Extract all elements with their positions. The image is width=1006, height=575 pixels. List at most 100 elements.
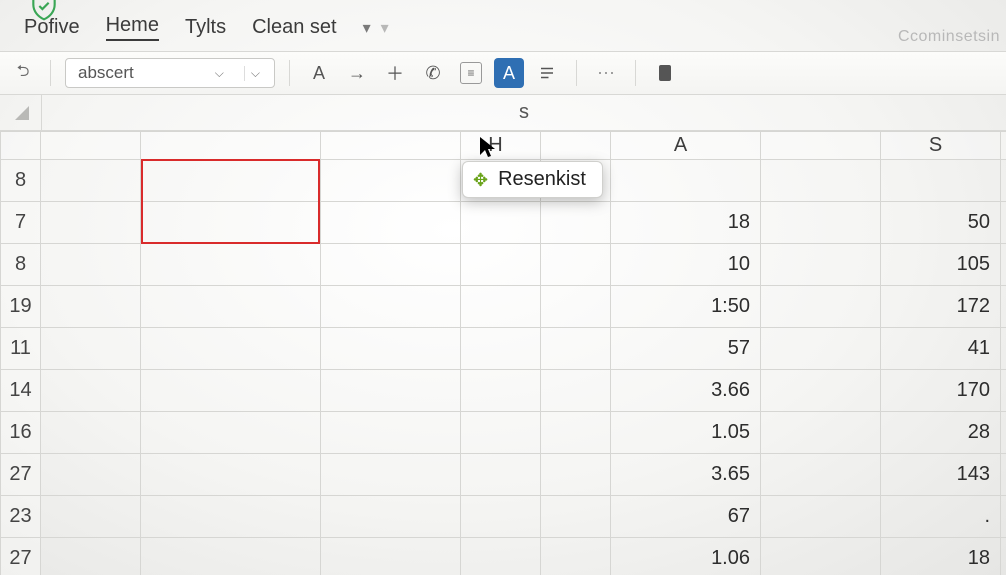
- cell[interactable]: 170: [881, 370, 1001, 412]
- cell[interactable]: [41, 202, 141, 244]
- cell[interactable]: [761, 244, 881, 286]
- table-row[interactable]: 11574106: [1, 328, 1006, 370]
- chevron-down-icon[interactable]: ⌵: [209, 66, 230, 81]
- row-header[interactable]: 27: [1, 454, 41, 496]
- table-row[interactable]: 2367.2:: [1, 496, 1006, 538]
- cell[interactable]: [321, 370, 461, 412]
- cell[interactable]: 3.65: [611, 454, 761, 496]
- table-row[interactable]: 271.06182:: [1, 538, 1006, 575]
- row-header[interactable]: 27: [1, 538, 41, 575]
- cell[interactable]: 28: [881, 412, 1001, 454]
- menu-item-clean-set[interactable]: Clean set: [252, 16, 337, 39]
- cell[interactable]: [461, 496, 541, 538]
- align-icon[interactable]: [532, 58, 562, 88]
- arrow-right-icon[interactable]: →: [342, 58, 372, 88]
- cell[interactable]: .: [881, 496, 1001, 538]
- cell[interactable]: [321, 202, 461, 244]
- cell[interactable]: 10: [1001, 244, 1006, 286]
- plus-icon[interactable]: ＋: [380, 58, 410, 88]
- cell[interactable]: 10: [611, 244, 761, 286]
- more-icon[interactable]: ⋯: [591, 58, 621, 88]
- cell[interactable]: [461, 538, 541, 575]
- column-header[interactable]: [761, 132, 881, 160]
- column-header[interactable]: A: [611, 132, 761, 160]
- font-selector[interactable]: abscert ⌵ ⌵: [65, 58, 275, 88]
- cell[interactable]: 18: [611, 202, 761, 244]
- cell[interactable]: [761, 538, 881, 575]
- menu-more-icon[interactable]: ▾: [363, 18, 371, 38]
- cell[interactable]: 5:: [1001, 454, 1006, 496]
- row-header[interactable]: 16: [1, 412, 41, 454]
- row-header[interactable]: 11: [1, 328, 41, 370]
- cell[interactable]: [611, 160, 761, 202]
- row-header[interactable]: 8: [1, 160, 41, 202]
- undo-icon[interactable]: ⮌: [10, 60, 36, 86]
- cell[interactable]: [541, 328, 611, 370]
- menu-item-tylts[interactable]: Tylts: [185, 16, 226, 39]
- cell[interactable]: 50: [881, 202, 1001, 244]
- table-row[interactable]: 7 18 5022: [1, 202, 1006, 244]
- cell[interactable]: [321, 328, 461, 370]
- cell[interactable]: [141, 454, 321, 496]
- cell[interactable]: [141, 370, 321, 412]
- cell[interactable]: [321, 496, 461, 538]
- spreadsheet[interactable]: H A S S 8718502281010510191:501722511574…: [0, 131, 1006, 575]
- cell[interactable]: 3:: [1001, 412, 1006, 454]
- table-row[interactable]: 143.661703.: [1, 370, 1006, 412]
- row-header[interactable]: 14: [1, 370, 41, 412]
- chevron-down-icon[interactable]: ⌵: [244, 66, 266, 81]
- table-row[interactable]: 273.651435:: [1, 454, 1006, 496]
- cell[interactable]: [461, 454, 541, 496]
- column-header[interactable]: [321, 132, 461, 160]
- cell[interactable]: [1001, 160, 1006, 202]
- cell[interactable]: [461, 244, 541, 286]
- column-header[interactable]: [141, 132, 321, 160]
- phone-icon[interactable]: ✆: [418, 58, 448, 88]
- table-row[interactable]: 161.05283:: [1, 412, 1006, 454]
- cell[interactable]: [321, 286, 461, 328]
- cell[interactable]: [541, 538, 611, 575]
- cell[interactable]: [41, 496, 141, 538]
- cell[interactable]: 22: [1001, 202, 1006, 244]
- cell[interactable]: [541, 496, 611, 538]
- cell[interactable]: [761, 454, 881, 496]
- table-row[interactable]: 191:5017225: [1, 286, 1006, 328]
- cell[interactable]: [541, 202, 611, 244]
- cell[interactable]: [41, 328, 141, 370]
- cell[interactable]: [141, 286, 321, 328]
- row-header[interactable]: 7: [1, 202, 41, 244]
- menu-item-heme[interactable]: Heme: [106, 14, 159, 41]
- cell[interactable]: [881, 160, 1001, 202]
- cell[interactable]: [141, 244, 321, 286]
- cell[interactable]: 1:50: [611, 286, 761, 328]
- cell[interactable]: [541, 412, 611, 454]
- cell[interactable]: [461, 202, 541, 244]
- column-header[interactable]: [41, 132, 141, 160]
- cell[interactable]: [321, 160, 461, 202]
- cell[interactable]: 1.06: [611, 538, 761, 575]
- column-header[interactable]: [541, 132, 611, 160]
- cell[interactable]: [141, 202, 321, 244]
- cell[interactable]: [761, 328, 881, 370]
- cell[interactable]: [141, 496, 321, 538]
- object-icon[interactable]: [650, 58, 680, 88]
- cell[interactable]: [141, 160, 321, 202]
- cell[interactable]: [541, 454, 611, 496]
- cell[interactable]: [321, 538, 461, 575]
- cell[interactable]: [541, 286, 611, 328]
- cell[interactable]: 41: [881, 328, 1001, 370]
- highlight-a-icon[interactable]: A: [494, 58, 524, 88]
- row-header[interactable]: 23: [1, 496, 41, 538]
- cell[interactable]: 2:: [1001, 538, 1006, 575]
- menu-more-icon-2[interactable]: ▾: [381, 18, 389, 38]
- context-tooltip[interactable]: ✥ Resenkist: [462, 161, 603, 198]
- corner-cell[interactable]: [1, 132, 41, 160]
- cell[interactable]: [761, 286, 881, 328]
- cell[interactable]: 2:: [1001, 496, 1006, 538]
- column-header[interactable]: S: [1001, 132, 1006, 160]
- column-header[interactable]: H: [461, 132, 541, 160]
- row-header[interactable]: 19: [1, 286, 41, 328]
- cell[interactable]: 3.66: [611, 370, 761, 412]
- cell[interactable]: [321, 412, 461, 454]
- cell[interactable]: [41, 412, 141, 454]
